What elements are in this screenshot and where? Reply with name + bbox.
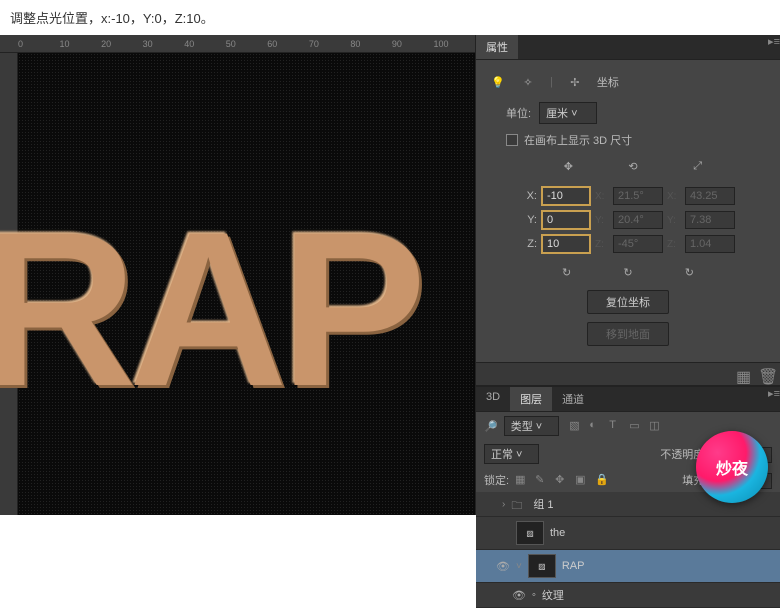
x-label: X:	[521, 190, 537, 202]
right-panels: 属性 ▸≡ 💡 ✧ | ✢ 坐标 单位: 厘米 ˅ 在画布上显示 3D 尺寸	[475, 35, 780, 515]
filter-search-icon[interactable]: 🔎	[484, 420, 498, 433]
watermark-badge: 炒夜	[696, 431, 768, 503]
unit-label: 单位:	[506, 105, 531, 121]
show-3d-checkbox[interactable]	[506, 134, 518, 146]
y-rot-input[interactable]	[613, 211, 663, 229]
filter-type-icon[interactable]: T	[609, 419, 623, 433]
x-scale-input[interactable]	[685, 187, 735, 205]
tab-layers[interactable]: 图层	[510, 387, 552, 411]
z-input[interactable]	[541, 234, 591, 254]
z-scale-input[interactable]	[685, 235, 735, 253]
reset-coords-button[interactable]: 复位坐标	[587, 290, 669, 314]
reset-scale-icon[interactable]: ↻	[679, 262, 699, 282]
layer-name[interactable]: 组 1	[533, 496, 553, 512]
layer-list: › 🗀 组 1 ▨ the 👁 ˅ ▨ RAP 👁 ◦	[476, 492, 780, 608]
trash-icon[interactable]: 🗑	[758, 367, 772, 381]
move-icon[interactable]: ✥	[558, 156, 578, 176]
photoshop-app: 0102030405060708090100 RAP 属性 ▸≡ 💡 ✧ | ✢…	[0, 35, 780, 515]
filter-pixel-icon[interactable]: ▧	[569, 419, 583, 433]
layer-name[interactable]: RAP	[562, 560, 585, 572]
z-rot-input[interactable]	[613, 235, 663, 253]
panel-menu-icon[interactable]: ▸≡	[768, 35, 780, 59]
coords-label: 坐标	[597, 74, 619, 90]
unit-select[interactable]: 厘米 ˅	[539, 102, 596, 124]
visibility-icon[interactable]: 👁	[512, 589, 526, 602]
layers-menu-icon[interactable]: ▸≡	[768, 387, 780, 411]
layer-the[interactable]: ▨ the	[476, 517, 780, 550]
property-mode-icons: 💡 ✧ | ✢ 坐标	[486, 68, 770, 96]
lock-all-icon[interactable]: ▦	[515, 473, 529, 487]
filter-smart-icon[interactable]: ◫	[649, 419, 663, 433]
texture-bullet-icon: ◦	[532, 589, 536, 601]
show-3d-label: 在画布上显示 3D 尺寸	[524, 132, 632, 148]
coords-icon[interactable]: ✢	[567, 74, 583, 90]
scale-icon[interactable]: ⤢	[688, 156, 708, 176]
properties-tabs: 属性 ▸≡	[476, 35, 780, 60]
canvas-area: 0102030405060708090100 RAP	[0, 35, 475, 515]
lock-label: 锁定:	[484, 472, 509, 488]
lock-pixel-icon[interactable]: ✎	[535, 473, 549, 487]
layer-rap[interactable]: 👁 ˅ ▨ RAP	[476, 550, 780, 583]
blend-mode-select[interactable]: 正常 ˅	[484, 444, 539, 464]
lock-pos-icon[interactable]: ✥	[555, 473, 569, 487]
3d-text-rap[interactable]: RAP	[0, 183, 419, 436]
y-scale-input[interactable]	[685, 211, 735, 229]
lock-icon[interactable]: 🔒	[595, 473, 609, 487]
render-icon[interactable]: ▦	[736, 367, 750, 381]
reset-rotate-icon[interactable]: ↻	[618, 262, 638, 282]
y-input[interactable]	[541, 210, 591, 230]
light-icon[interactable]: 💡	[490, 74, 506, 90]
properties-panel: 属性 ▸≡ 💡 ✧ | ✢ 坐标 单位: 厘米 ˅ 在画布上显示 3D 尺寸	[476, 35, 780, 385]
rotate-icon[interactable]: ⟲	[623, 156, 643, 176]
z-label: Z:	[521, 238, 537, 250]
move-to-ground-button[interactable]: 移到地面	[587, 322, 669, 346]
ruler-horizontal: 0102030405060708090100	[0, 35, 475, 53]
chevron-down-icon[interactable]: ˅	[516, 561, 522, 572]
layer-thumb: ▨	[528, 554, 556, 578]
y-label: Y:	[521, 214, 537, 226]
layer-name[interactable]: 纹理	[542, 587, 564, 603]
x-input[interactable]	[541, 186, 591, 206]
canvas[interactable]: RAP	[18, 53, 475, 515]
visibility-icon[interactable]: 👁	[496, 560, 510, 573]
chevron-right-icon[interactable]: ›	[502, 499, 505, 510]
filter-shape-icon[interactable]: ▭	[629, 419, 643, 433]
instruction-text: 调整点光位置，x:-10，Y:0，Z:10。	[0, 0, 780, 35]
tab-3d[interactable]: 3D	[476, 387, 510, 411]
layer-texture[interactable]: 👁 ◦ 纹理	[476, 583, 780, 608]
folder-icon: 🗀	[511, 497, 527, 511]
mesh-icon[interactable]: ✧	[520, 74, 536, 90]
layer-thumb: ▨	[516, 521, 544, 545]
layer-name[interactable]: the	[550, 527, 565, 539]
reset-move-icon[interactable]: ↻	[557, 262, 577, 282]
filter-type-select[interactable]: 类型 ˅	[504, 416, 559, 436]
tab-properties[interactable]: 属性	[476, 35, 518, 59]
filter-adjust-icon[interactable]: ◐	[589, 419, 603, 433]
lock-artboard-icon[interactable]: ▣	[575, 473, 589, 487]
x-rot-input[interactable]	[613, 187, 663, 205]
tab-channels[interactable]: 通道	[552, 387, 594, 411]
